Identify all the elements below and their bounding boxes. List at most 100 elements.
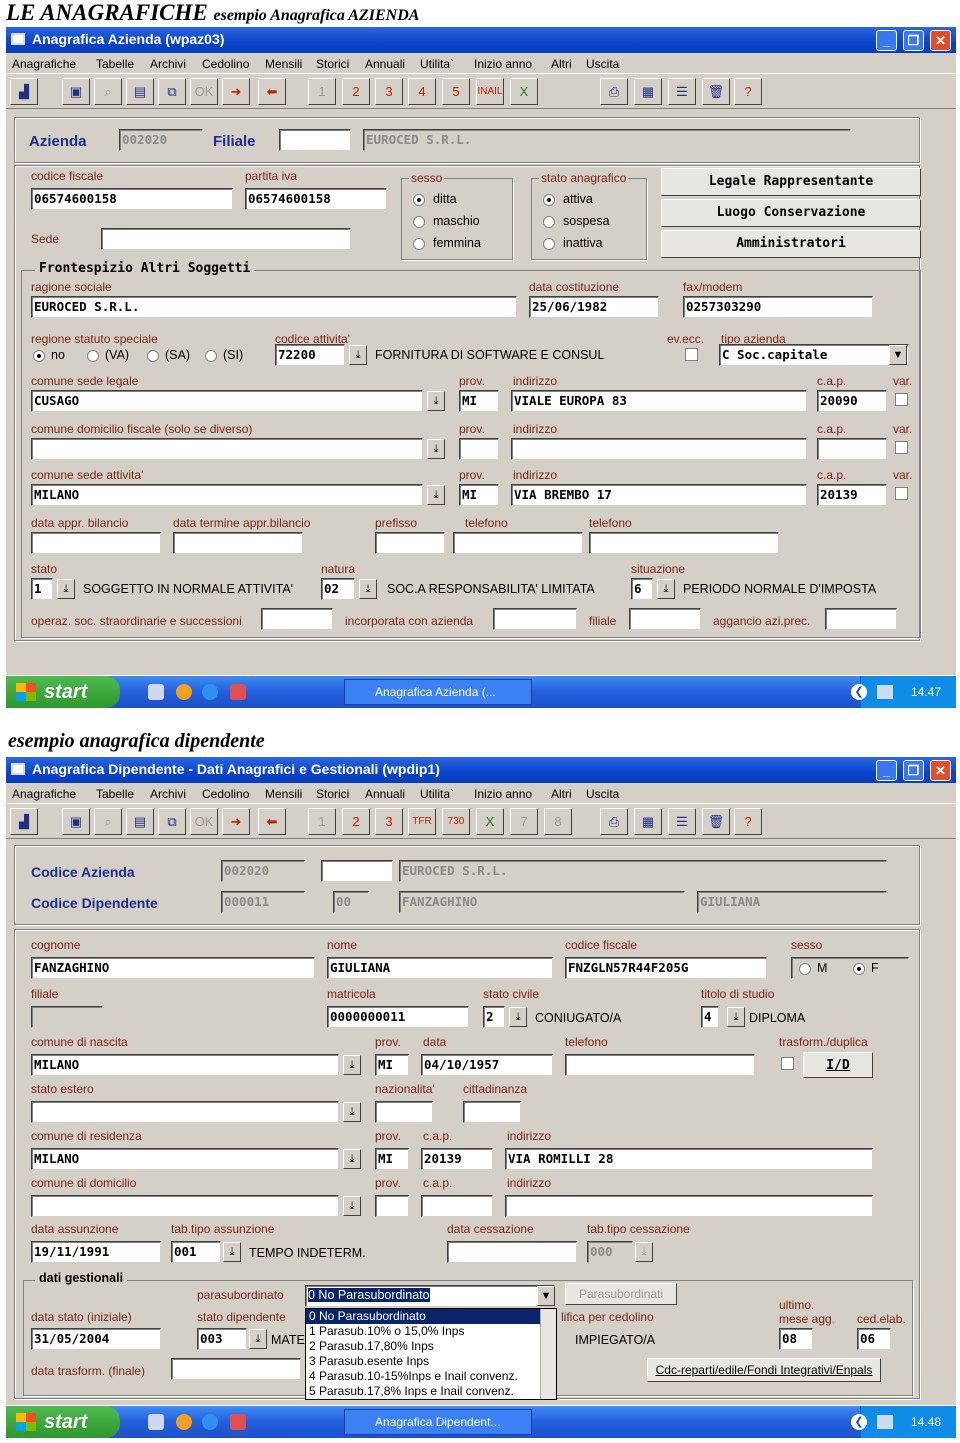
domicilio-cap-field[interactable] [817,438,887,460]
situazione-lookup-icon[interactable]: ⤓ [657,579,675,599]
list-item[interactable]: 3 Parasub.esente Inps [306,1354,556,1369]
toolbar-1[interactable]: 1 [308,78,336,105]
comune-nascita-field[interactable]: MILANO [31,1054,339,1076]
title-bar[interactable]: Anagrafica Azienda (wpaz03) _ ❐ ✕ [6,27,956,53]
residenza-indirizzo-field[interactable]: VIA ROMILLI 28 [505,1148,873,1170]
incorporata-field[interactable] [493,608,577,630]
copy-icon[interactable]: ⧉ [158,78,186,105]
codice-attivita-lookup-icon[interactable]: ⤓ [349,345,367,365]
excel-icon[interactable]: X [476,808,504,835]
copy-icon[interactable]: ⧉ [158,808,186,835]
internet-explorer-icon[interactable] [202,1414,218,1430]
radio-ditta[interactable] [413,194,425,206]
stato-estero-lookup-icon[interactable]: ⤓ [343,1102,361,1122]
aggancio-field[interactable] [825,608,897,630]
ced-elab-field[interactable]: 06 [857,1328,891,1350]
binoculars-icon[interactable]: ⌕ [94,808,122,835]
chart-icon[interactable]: ▟ [10,808,38,835]
comune-sede-legale-field[interactable]: CUSAGO [31,390,423,412]
codice-attivita-field[interactable]: 72200 [275,344,345,366]
restore-button[interactable]: ❐ [903,760,924,781]
radio-maschio[interactable] [413,216,425,228]
data-termine-bilancio-field[interactable] [173,532,303,554]
comune-nascita-lookup-icon[interactable]: ⤓ [343,1055,361,1075]
comune-residenza-field[interactable]: MILANO [31,1148,339,1170]
data-stato-iniziale-field[interactable]: 31/05/2004 [31,1328,161,1350]
menu-annuali[interactable]: Annuali [365,57,405,71]
data-appr-bilancio-field[interactable] [31,532,161,554]
print-preview-icon[interactable]: ▤ [126,808,154,835]
tray-expand-icon[interactable]: ❮ [851,1414,867,1430]
minimize-button[interactable]: _ [876,760,897,781]
data-cessazione-field[interactable] [447,1241,577,1263]
data-nascita-field[interactable]: 04/10/1957 [421,1054,553,1076]
menu-inizio-anno[interactable]: Inizio anno [474,787,532,801]
save-icon[interactable]: ▣ [62,78,90,105]
domicilio-var-checkbox[interactable] [895,441,908,454]
legale-rappresentante-button[interactable]: Legale Rappresentante [661,168,921,196]
stato-field[interactable]: 1 [31,578,53,600]
titolo-studio-lookup-icon[interactable]: ⤓ [727,1007,745,1027]
sede-attivita-field[interactable]: MILANO [31,484,423,506]
arrow-left-icon[interactable]: ⬅ [258,78,286,105]
sede-attivita-var-checkbox[interactable] [895,487,908,500]
comune-domicilio-field[interactable] [31,1195,339,1217]
trash-icon[interactable]: 🗑 [702,78,730,105]
start-button[interactable]: start [6,676,120,708]
toolbar-4[interactable]: 4 [408,78,436,105]
radio-sesso-f[interactable] [853,963,865,975]
network-icon[interactable] [877,1415,893,1429]
telefono1-field[interactable] [453,532,583,554]
comune-residenza-lookup-icon[interactable]: ⤓ [343,1149,361,1169]
toolbar-tfr[interactable]: TFR [408,808,436,835]
codice-azienda-field[interactable]: 002020 [221,860,305,882]
domicilio-prov-field[interactable] [375,1195,409,1217]
print-preview-icon[interactable]: ▤ [126,78,154,105]
radio-inattiva[interactable] [543,238,555,250]
toolbar-5[interactable]: 5 [442,78,470,105]
cf-field[interactable]: 06574600158 [31,188,233,210]
domicilio-indirizzo-field[interactable] [505,1195,873,1217]
media-player-icon[interactable] [176,1414,192,1430]
outlook-icon[interactable] [230,1414,246,1430]
desktop-icon[interactable] [148,1414,164,1430]
menu-storici[interactable]: Storici [316,57,349,71]
menu-anagrafiche[interactable]: Anagrafiche [12,57,76,71]
arrow-right-icon[interactable]: ➜ [222,808,250,835]
luogo-conservazione-button[interactable]: Luogo Conservazione [661,199,921,227]
calculator-icon[interactable]: ▦ [634,78,662,105]
ok-icon[interactable]: OK [190,808,218,835]
toolbar-3[interactable]: 3 [375,808,403,835]
codice-azienda-filiale-field[interactable] [321,860,393,882]
sede-attivita-indirizzo-field[interactable]: VIA BREMBO 17 [511,484,807,506]
mese-agg-field[interactable]: 08 [779,1328,813,1350]
desktop-icon[interactable] [148,684,164,700]
help-icon[interactable]: ? [734,78,762,105]
toolbar-3[interactable]: 3 [375,78,403,105]
data-assunzione-field[interactable]: 19/11/1991 [31,1241,161,1263]
stato-estero-field[interactable] [31,1101,339,1123]
radio-attiva[interactable] [543,194,555,206]
natura-lookup-icon[interactable]: ⤓ [359,579,377,599]
media-player-icon[interactable] [176,684,192,700]
taskbar-task-anagrafica-dipendente[interactable]: Anagrafica Dipendent... [344,1409,532,1435]
stato-dipendente-lookup-icon[interactable]: ⤓ [249,1329,267,1349]
list-icon[interactable]: ☰ [668,78,696,105]
codice-fiscale-field[interactable]: FNZGLN57R44F205G [565,957,767,979]
close-button[interactable]: ✕ [930,760,951,781]
sede-field[interactable] [101,228,351,250]
internet-explorer-icon[interactable] [202,684,218,700]
menu-altri[interactable]: Altri [551,57,572,71]
codice-dipendente-suffix-field[interactable]: 00 [333,891,369,913]
sede-attivita-cap-field[interactable]: 20139 [817,484,887,506]
ragione-sociale-readonly[interactable]: EUROCED S.R.L. [399,860,887,882]
domicilio-prov-field[interactable] [459,438,499,460]
menu-inizio-anno[interactable]: Inizio anno [474,57,532,71]
radio-regione-va[interactable] [87,350,99,362]
stato-civile-lookup-icon[interactable]: ⤓ [509,1007,527,1027]
menu-mensili[interactable]: Mensili [265,787,302,801]
menu-archivi[interactable]: Archivi [150,57,186,71]
tray-expand-icon[interactable]: ❮ [851,684,867,700]
printer-icon[interactable]: ⎙ [600,78,628,105]
menu-utilita[interactable]: Utilita` [420,787,454,801]
